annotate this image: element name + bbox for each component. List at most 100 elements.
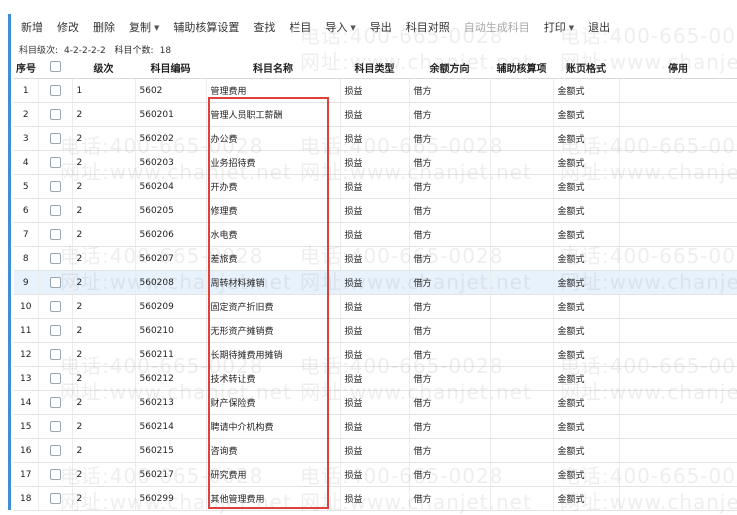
- row-select-checkbox[interactable]: [49, 301, 61, 312]
- table-row[interactable]: 18 2 560299 其他管理费用 损益 借方 金额式: [14, 486, 737, 511]
- row-checkbox[interactable]: [38, 246, 73, 271]
- row-balance-direction: 借方: [409, 438, 491, 463]
- row-checkbox[interactable]: [38, 486, 73, 511]
- header-page-format[interactable]: 账页格式: [553, 56, 619, 79]
- row-auxiliary: [490, 246, 554, 271]
- row-select-checkbox[interactable]: [49, 397, 61, 408]
- row-checkbox[interactable]: [38, 438, 73, 463]
- row-select-checkbox[interactable]: [49, 349, 61, 360]
- header-disabled[interactable]: 停用: [619, 56, 737, 79]
- row-select-checkbox[interactable]: [49, 421, 61, 432]
- table-row[interactable]: 9 2 560208 周转材料摊销 损益 借方 金额式: [14, 270, 737, 295]
- table-row[interactable]: 5 2 560204 开办费 损益 借方 金额式: [14, 174, 737, 199]
- toolbar-button-11[interactable]: 打印 ▼: [537, 14, 581, 42]
- count-value: 18: [159, 46, 172, 56]
- row-select-checkbox[interactable]: [49, 109, 61, 120]
- header-name[interactable]: 科目名称: [206, 56, 340, 79]
- table-row[interactable]: 15 2 560214 聘请中介机构费 损益 借方 金额式: [14, 414, 737, 439]
- chevron-down-icon: ▼: [154, 24, 160, 32]
- toolbar-button-label: 修改: [57, 21, 79, 34]
- row-select-checkbox[interactable]: [49, 157, 61, 168]
- row-index: 13: [14, 366, 39, 391]
- header-balance-direction[interactable]: 余额方向: [409, 56, 490, 79]
- table-row[interactable]: 6 2 560205 修理费 损益 借方 金额式: [14, 198, 737, 223]
- toolbar-button-12[interactable]: 退出: [581, 14, 617, 42]
- row-type: 损益: [340, 102, 410, 127]
- row-type: 损益: [340, 222, 410, 247]
- header-index[interactable]: 序号: [14, 56, 38, 79]
- table-row[interactable]: 3 2 560202 办公费 损益 借方 金额式: [14, 126, 737, 151]
- toolbar-button-0[interactable]: 新增: [14, 14, 50, 42]
- toolbar-button-8[interactable]: 导出: [363, 14, 399, 42]
- table-row[interactable]: 10 2 560209 固定资产折旧费 损益 借方 金额式: [14, 294, 737, 319]
- row-balance-direction: 借方: [409, 342, 491, 367]
- row-select-checkbox[interactable]: [49, 469, 61, 480]
- toolbar-button-1[interactable]: 修改: [50, 14, 86, 42]
- select-all-checkbox[interactable]: [49, 61, 61, 73]
- row-select-checkbox[interactable]: [49, 253, 61, 264]
- toolbar-button-2[interactable]: 删除: [86, 14, 122, 42]
- table-row[interactable]: 7 2 560206 水电费 损益 借方 金额式: [14, 222, 737, 247]
- header-select-all[interactable]: [38, 56, 72, 79]
- header-level[interactable]: 级次: [72, 56, 135, 79]
- row-balance-direction: 借方: [409, 414, 491, 439]
- row-level: 2: [72, 198, 136, 223]
- row-checkbox[interactable]: [38, 390, 73, 415]
- row-select-checkbox[interactable]: [49, 85, 61, 96]
- toolbar-button-5[interactable]: 查找: [246, 14, 282, 42]
- row-type: 损益: [340, 438, 410, 463]
- row-select-checkbox[interactable]: [49, 205, 61, 216]
- row-auxiliary: [490, 414, 554, 439]
- row-checkbox[interactable]: [38, 270, 73, 295]
- row-checkbox[interactable]: [38, 342, 73, 367]
- row-select-checkbox[interactable]: [49, 277, 61, 288]
- table-row[interactable]: 4 2 560203 业务招待费 损益 借方 金额式: [14, 150, 737, 175]
- row-checkbox[interactable]: [38, 462, 73, 487]
- table-row[interactable]: 17 2 560217 研究费用 损益 借方 金额式: [14, 462, 737, 487]
- row-checkbox[interactable]: [38, 126, 73, 151]
- row-code: 560212: [135, 366, 207, 391]
- table-row[interactable]: 8 2 560207 差旅费 损益 借方 金额式: [14, 246, 737, 271]
- row-auxiliary: [490, 342, 554, 367]
- row-select-checkbox[interactable]: [49, 493, 61, 504]
- row-checkbox[interactable]: [38, 150, 73, 175]
- row-checkbox[interactable]: [38, 366, 73, 391]
- row-checkbox[interactable]: [38, 78, 73, 103]
- table-row[interactable]: 14 2 560213 财产保险费 损益 借方 金额式: [14, 390, 737, 415]
- row-select-checkbox[interactable]: [49, 133, 61, 144]
- row-type: 损益: [340, 174, 410, 199]
- toolbar-button-3[interactable]: 复制 ▼: [122, 14, 166, 42]
- row-index: 7: [14, 222, 39, 247]
- toolbar-button-label: 栏目: [289, 21, 312, 34]
- table-row[interactable]: 2 2 560201 管理人员职工薪酬 损益 借方 金额式: [14, 102, 737, 127]
- table-row[interactable]: 16 2 560215 咨询费 损益 借方 金额式: [14, 438, 737, 463]
- row-select-checkbox[interactable]: [49, 373, 61, 384]
- table-row[interactable]: 11 2 560210 无形资产摊销费 损益 借方 金额式: [14, 318, 737, 343]
- toolbar-button-10[interactable]: 自动生成科目: [457, 14, 537, 42]
- row-checkbox[interactable]: [38, 414, 73, 439]
- row-select-checkbox[interactable]: [49, 325, 61, 336]
- row-name: 咨询费: [206, 438, 341, 463]
- toolbar-button-6[interactable]: 栏目: [282, 14, 318, 42]
- row-name: 其他管理费用: [206, 486, 341, 511]
- row-select-checkbox[interactable]: [49, 181, 61, 192]
- row-page-format: 金额式: [553, 78, 620, 103]
- toolbar-button-7[interactable]: 导入 ▼: [318, 14, 362, 42]
- table-row[interactable]: 12 2 560211 长期待摊费用摊销 损益 借方 金额式: [14, 342, 737, 367]
- table-row[interactable]: 13 2 560212 技术转让费 损益 借方 金额式: [14, 366, 737, 391]
- toolbar-button-4[interactable]: 辅助核算设置: [166, 14, 246, 42]
- row-select-checkbox[interactable]: [49, 445, 61, 456]
- header-code[interactable]: 科目编码: [135, 56, 206, 79]
- toolbar-button-9[interactable]: 科目对照: [399, 14, 457, 42]
- row-disabled: [619, 270, 737, 295]
- header-type[interactable]: 科目类型: [340, 56, 409, 79]
- row-checkbox[interactable]: [38, 222, 73, 247]
- row-checkbox[interactable]: [38, 198, 73, 223]
- row-checkbox[interactable]: [38, 102, 73, 127]
- table-row[interactable]: 1 1 5602 管理费用 损益 借方 金额式: [14, 78, 737, 103]
- row-checkbox[interactable]: [38, 294, 73, 319]
- header-auxiliary[interactable]: 辅助核算项: [490, 56, 553, 79]
- row-checkbox[interactable]: [38, 318, 73, 343]
- row-checkbox[interactable]: [38, 174, 73, 199]
- row-select-checkbox[interactable]: [49, 229, 61, 240]
